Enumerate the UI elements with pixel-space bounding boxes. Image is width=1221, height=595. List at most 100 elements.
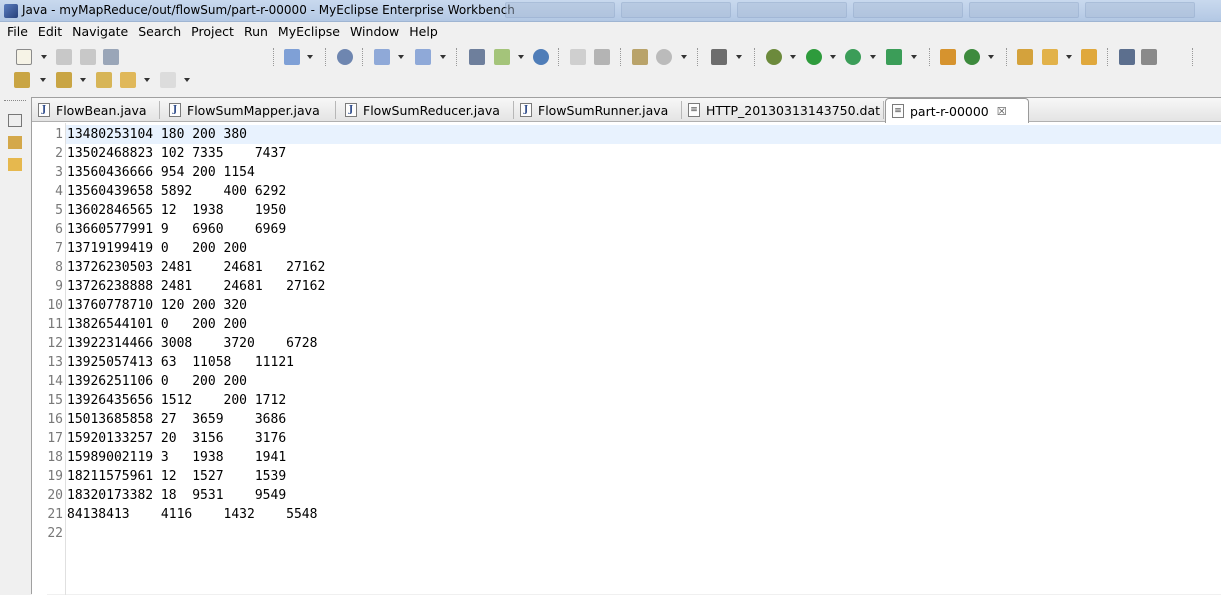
browse-icon[interactable]: [656, 49, 672, 65]
line-text[interactable]: 13480253104 180 200 380: [67, 125, 247, 144]
open-task-icon[interactable]: [1042, 49, 1058, 65]
code-line[interactable]: 17 15920133257 20 3156 3176: [32, 429, 1221, 448]
line-text[interactable]: 13926435656 1512 200 1712: [67, 391, 286, 410]
line-text[interactable]: 13925057413 63 11058 11121: [67, 353, 294, 372]
server-icon[interactable]: [337, 49, 353, 65]
menu-help[interactable]: Help: [404, 22, 443, 42]
new-class-icon[interactable]: [940, 49, 956, 65]
code-line[interactable]: 16 15013685858 27 3659 3686: [32, 410, 1221, 429]
save-icon[interactable]: [56, 49, 72, 65]
menu-run[interactable]: Run: [239, 22, 273, 42]
new-dropdown-icon[interactable]: [41, 55, 47, 59]
code-line[interactable]: 15 13926435656 1512 200 1712: [32, 391, 1221, 410]
menu-file[interactable]: File: [2, 22, 33, 42]
code-line[interactable]: 13 13925057413 63 11058 11121: [32, 353, 1221, 372]
code-line[interactable]: 19 18211575961 12 1527 1539: [32, 467, 1221, 486]
hierarchy-icon[interactable]: [8, 158, 22, 171]
line-text[interactable]: 13719199419 0 200 200: [67, 239, 247, 258]
menu-project[interactable]: Project: [186, 22, 239, 42]
save-all-icon[interactable]: [80, 49, 96, 65]
code-line[interactable]: 2 13502468823 102 7335 7437: [32, 144, 1221, 163]
line-text[interactable]: 18211575961 12 1527 1539: [67, 467, 286, 486]
line-text[interactable]: 13922314466 3008 3720 6728: [67, 334, 317, 353]
menu-edit[interactable]: Edit: [33, 22, 67, 42]
code-line[interactable]: 4 13560439658 5892 400 6292: [32, 182, 1221, 201]
close-icon[interactable]: ☒: [997, 105, 1007, 118]
line-text[interactable]: 13660577991 9 6960 6969: [67, 220, 286, 239]
xml-icon[interactable]: [632, 49, 648, 65]
debug-icon[interactable]: [766, 49, 782, 65]
web-project-icon[interactable]: [469, 49, 485, 65]
code-line[interactable]: 8 13726230503 2481 24681 27162: [32, 258, 1221, 277]
tab-flowsumreducer[interactable]: J FlowSumReducer.java: [339, 98, 514, 122]
code-line[interactable]: 21 84138413 4116 1432 5548: [32, 505, 1221, 524]
text-editor[interactable]: 1 13480253104 180 200 380 2 13502468823 102…: [32, 125, 1221, 543]
line-text[interactable]: 84138413 4116 1432 5548: [67, 505, 317, 524]
back-icon[interactable]: [120, 72, 136, 88]
line-text[interactable]: 13826544101 0 200 200: [67, 315, 247, 334]
code-line[interactable]: 6 13660577991 9 6960 6969: [32, 220, 1221, 239]
code-line[interactable]: 1 13480253104 180 200 380: [32, 125, 1221, 144]
globe-icon[interactable]: [533, 49, 549, 65]
toggle-mark-icon[interactable]: [1119, 49, 1135, 65]
line-text[interactable]: 15920133257 20 3156 3176: [67, 429, 286, 448]
show-whitespace-icon[interactable]: [1141, 49, 1157, 65]
tab-flowsumrunner[interactable]: J FlowSumRunner.java: [514, 98, 682, 122]
open-type-icon[interactable]: [374, 49, 390, 65]
line-text[interactable]: 13560439658 5892 400 6292: [67, 182, 286, 201]
last-edit-icon[interactable]: [96, 72, 112, 88]
code-line[interactable]: 9 13726238888 2481 24681 27162: [32, 277, 1221, 296]
run-icon[interactable]: [806, 49, 822, 65]
new-package-icon[interactable]: [964, 49, 980, 65]
line-text[interactable]: 18320173382 18 9531 9549: [67, 486, 286, 505]
code-line[interactable]: 5 13602846565 12 1938 1950: [32, 201, 1221, 220]
search-icon[interactable]: [415, 49, 431, 65]
line-text[interactable]: 15013685858 27 3659 3686: [67, 410, 286, 429]
print-icon[interactable]: [103, 49, 119, 65]
restore-icon[interactable]: [8, 114, 22, 127]
tab-flowsummapper[interactable]: J FlowSumMapper.java: [163, 98, 336, 122]
new-icon[interactable]: [16, 49, 32, 65]
java-file-icon: J: [169, 103, 181, 117]
code-line[interactable]: 11 13826544101 0 200 200: [32, 315, 1221, 334]
line-text[interactable]: 13760778710 120 200 320: [67, 296, 247, 315]
line-text[interactable]: 13602846565 12 1938 1950: [67, 201, 286, 220]
new-web-icon[interactable]: [494, 49, 510, 65]
code-line[interactable]: 7 13719199419 0 200 200: [32, 239, 1221, 258]
line-text[interactable]: 13726230503 2481 24681 27162: [67, 258, 325, 277]
line-text[interactable]: 13926251106 0 200 200: [67, 372, 247, 391]
line-text[interactable]: 13726238888 2481 24681 27162: [67, 277, 325, 296]
menu-window[interactable]: Window: [345, 22, 404, 42]
external-tools-icon[interactable]: [886, 49, 902, 65]
tab-part-r-00000[interactable]: ≡ part-r-00000 ☒: [885, 98, 1029, 123]
line-text[interactable]: 15989002119 3 1938 1941: [67, 448, 286, 467]
package-explorer-icon[interactable]: [8, 136, 22, 149]
menu-search[interactable]: Search: [133, 22, 186, 42]
coverage-icon[interactable]: [845, 49, 861, 65]
snapshot-icon[interactable]: [711, 49, 727, 65]
code-line[interactable]: 20 18320173382 18 9531 9549: [32, 486, 1221, 505]
previous-annotation-icon[interactable]: [56, 72, 72, 88]
forward-icon[interactable]: [160, 72, 176, 88]
line-text[interactable]: 13502468823 102 7335 7437: [67, 144, 286, 163]
line-number: 1: [55, 127, 63, 142]
line-number: 2: [55, 146, 63, 161]
line-number: 11: [47, 317, 63, 332]
code-line[interactable]: 12 13922314466 3008 3720 6728: [32, 334, 1221, 353]
code-line[interactable]: 18 15989002119 3 1938 1941: [32, 448, 1221, 467]
tab-flowbean[interactable]: J FlowBean.java: [32, 98, 160, 122]
menu-myeclipse[interactable]: MyEclipse: [273, 22, 345, 42]
code-line[interactable]: 10 13760778710 120 200 320: [32, 296, 1221, 315]
tab-http-dat[interactable]: ≡ HTTP_20130313143750.dat: [682, 98, 884, 122]
line-text[interactable]: 13560436666 954 200 1154: [67, 163, 255, 182]
cut-icon[interactable]: [570, 49, 586, 65]
deploy-icon[interactable]: [284, 49, 300, 65]
code-line[interactable]: 14 13926251106 0 200 200: [32, 372, 1221, 391]
folder-icon[interactable]: [1081, 49, 1097, 65]
code-line[interactable]: 3 13560436666 954 200 1154: [32, 163, 1221, 182]
copy-icon[interactable]: [594, 49, 610, 65]
menu-navigate[interactable]: Navigate: [67, 22, 133, 42]
next-annotation-icon[interactable]: [14, 72, 30, 88]
code-line[interactable]: 22: [32, 524, 1221, 543]
open-folder-icon[interactable]: [1017, 49, 1033, 65]
